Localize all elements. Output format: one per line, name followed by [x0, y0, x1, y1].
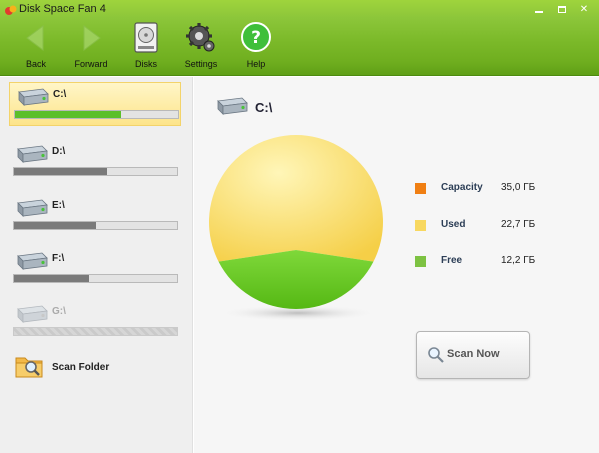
- disks-label: Disks: [135, 59, 157, 69]
- forward-label: Forward: [74, 59, 108, 69]
- legend-value: 35,0 ГБ: [501, 182, 536, 193]
- scan-folder-label: Scan Folder: [52, 362, 110, 373]
- settings-button[interactable]: Settings: [175, 22, 227, 72]
- gear-icon: [186, 23, 215, 52]
- disk-usage-fill: [14, 222, 96, 229]
- svg-text:?: ?: [251, 28, 261, 48]
- toolbar-background: Disk Space Fan 4 ✕ Back Forward Disks Se…: [0, 0, 599, 76]
- title-bar: Disk Space Fan 4 ✕: [0, 0, 599, 20]
- disk-name: D:\: [52, 146, 66, 157]
- disk-item[interactable]: F:\: [9, 247, 181, 291]
- legend-value: 12,2 ГБ: [501, 255, 536, 266]
- disk-item[interactable]: C:\: [9, 82, 181, 126]
- hard-drive-icon: [217, 97, 248, 115]
- folder-search-icon: [15, 357, 43, 378]
- back-button[interactable]: Back: [10, 22, 62, 72]
- disk-item[interactable]: E:\: [9, 194, 181, 238]
- magnifier-icon: [428, 347, 444, 363]
- disk-item[interactable]: G:\: [9, 300, 181, 344]
- disk-usage-fill: [15, 111, 121, 118]
- disks-button[interactable]: Disks: [120, 22, 172, 72]
- scan-now-label: Scan Now: [447, 348, 500, 360]
- main-panel: C:\ Capacity 35,0 ГБ Used 22,7 ГБ Free 1…: [194, 77, 599, 453]
- drive-title: C:\: [255, 100, 273, 115]
- disk-usage-bar: [13, 327, 178, 336]
- arrow-right-icon: [83, 25, 101, 51]
- back-label: Back: [25, 59, 46, 69]
- pie-slice-used: [209, 135, 383, 262]
- legend-swatch: [415, 183, 426, 194]
- hard-disk-icon: [134, 22, 158, 53]
- legend-row: Used 22,7 ГБ: [415, 219, 595, 233]
- legend-label: Free: [441, 255, 463, 266]
- disk-usage-bar: [14, 110, 179, 119]
- disk-usage-bar: [13, 274, 178, 283]
- legend-label: Capacity: [441, 182, 483, 193]
- hard-drive-icon: [17, 252, 48, 270]
- forward-button[interactable]: Forward: [65, 22, 117, 72]
- help-label: Help: [246, 59, 266, 69]
- disk-name: G:\: [52, 306, 66, 317]
- close-icon: ✕: [579, 3, 589, 15]
- help-icon: ?: [241, 22, 271, 52]
- minimize-button[interactable]: [528, 1, 550, 17]
- pie-slice-free: [218, 250, 374, 309]
- disk-usage-bar: [13, 221, 178, 230]
- disk-usage-fill: [14, 275, 89, 282]
- hard-drive-icon: [18, 88, 49, 106]
- arrow-left-icon: [26, 25, 44, 51]
- hard-drive-icon: [17, 199, 48, 217]
- scan-now-button[interactable]: Scan Now: [416, 331, 530, 379]
- legend-value: 22,7 ГБ: [501, 219, 536, 230]
- disk-item[interactable]: D:\: [9, 140, 181, 184]
- legend-row: Capacity 35,0 ГБ: [415, 182, 595, 196]
- maximize-icon: [558, 5, 566, 13]
- legend-row: Free 12,2 ГБ: [415, 255, 595, 269]
- maximize-button[interactable]: [551, 1, 573, 17]
- disk-usage-fill: [14, 168, 107, 175]
- disk-name: F:\: [52, 253, 65, 264]
- app-logo-icon: [5, 5, 17, 15]
- legend-swatch: [415, 220, 426, 231]
- window-title: Disk Space Fan 4: [19, 3, 106, 15]
- scan-folder-button[interactable]: Scan Folder: [14, 352, 174, 384]
- usage-pie-chart: [208, 127, 392, 327]
- minimize-icon: [535, 11, 543, 13]
- close-button[interactable]: ✕: [573, 1, 595, 17]
- hard-drive-icon: [17, 305, 48, 323]
- disk-name: C:\: [53, 89, 67, 100]
- disk-name: E:\: [52, 200, 65, 211]
- sidebar: C:\ D:\ E:\ F:\ G:\ Scan Folder: [0, 77, 193, 453]
- settings-label: Settings: [184, 59, 218, 69]
- hard-drive-icon: [17, 145, 48, 163]
- disk-usage-bar: [13, 167, 178, 176]
- legend-swatch: [415, 256, 426, 267]
- legend-label: Used: [441, 219, 466, 230]
- pie-svg: [209, 135, 383, 321]
- help-button[interactable]: ? Help: [230, 22, 282, 72]
